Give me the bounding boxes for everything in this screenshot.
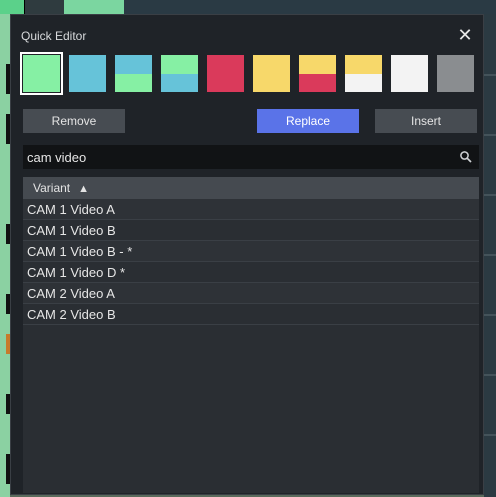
color-swatch[interactable] [391, 55, 428, 92]
swatch-top-fill [345, 55, 382, 74]
color-swatch[interactable] [253, 55, 290, 92]
search-icon[interactable] [459, 150, 473, 164]
close-icon[interactable]: ✕ [455, 25, 475, 45]
swatch-bottom-fill [299, 73, 336, 92]
swatch-top-fill [299, 55, 336, 74]
color-swatch[interactable] [161, 55, 198, 92]
color-swatch[interactable] [69, 55, 106, 92]
swatch-bottom-fill [115, 73, 152, 92]
swatch-top-fill [69, 55, 106, 92]
background-timeline-right [484, 14, 496, 497]
swatch-top-fill [23, 55, 60, 92]
list-item[interactable]: CAM 1 Video A [23, 199, 479, 220]
color-swatch[interactable] [207, 55, 244, 92]
color-swatch[interactable] [345, 55, 382, 92]
list-item[interactable]: CAM 2 Video B [23, 304, 479, 325]
background-timeline-left [0, 14, 10, 497]
background-block [24, 0, 65, 14]
quick-editor-dialog: Quick Editor ✕ Remove Replace Insert Var… [10, 14, 484, 495]
search-input[interactable] [23, 145, 451, 169]
swatch-bottom-fill [161, 73, 198, 92]
column-header-variant[interactable]: Variant ▲ [23, 177, 479, 199]
color-swatch[interactable] [20, 52, 63, 95]
remove-button[interactable]: Remove [23, 109, 125, 133]
list-item[interactable]: CAM 2 Video A [23, 283, 479, 304]
background-mark [484, 314, 496, 316]
search-box [23, 145, 479, 169]
background-mark [484, 254, 496, 256]
background-block [0, 0, 24, 14]
color-swatch[interactable] [299, 55, 336, 92]
replace-button[interactable]: Replace [257, 109, 359, 133]
color-swatch[interactable] [437, 55, 474, 92]
background-block [64, 0, 124, 14]
background-toolbar [0, 0, 496, 15]
dialog-title: Quick Editor [21, 29, 87, 43]
swatch-top-fill [207, 55, 244, 92]
background-mark [484, 134, 496, 136]
background-mark [484, 74, 496, 76]
swatch-top-fill [161, 55, 198, 74]
swatch-top-fill [253, 55, 290, 92]
insert-button[interactable]: Insert [375, 109, 477, 133]
background-mark [484, 194, 496, 196]
sort-ascending-icon: ▲ [78, 183, 90, 195]
color-swatch[interactable] [115, 55, 152, 92]
list-item[interactable]: CAM 1 Video D * [23, 262, 479, 283]
column-header-label: Variant [33, 181, 71, 195]
list-item[interactable]: CAM 1 Video B [23, 220, 479, 241]
swatch-top-fill [437, 55, 474, 92]
swatch-top-fill [391, 55, 428, 92]
background-mark [484, 434, 496, 436]
swatch-top-fill [115, 55, 152, 74]
list-item[interactable]: CAM 1 Video B - * [23, 241, 479, 262]
variant-rows: CAM 1 Video A CAM 1 Video B CAM 1 Video B … [23, 199, 479, 325]
color-swatch-row [20, 52, 479, 99]
variant-list: Variant ▲ CAM 1 Video A CAM 1 Video B CAM 1… [23, 177, 479, 493]
swatch-bottom-fill [345, 73, 382, 92]
background-mark [484, 374, 496, 376]
